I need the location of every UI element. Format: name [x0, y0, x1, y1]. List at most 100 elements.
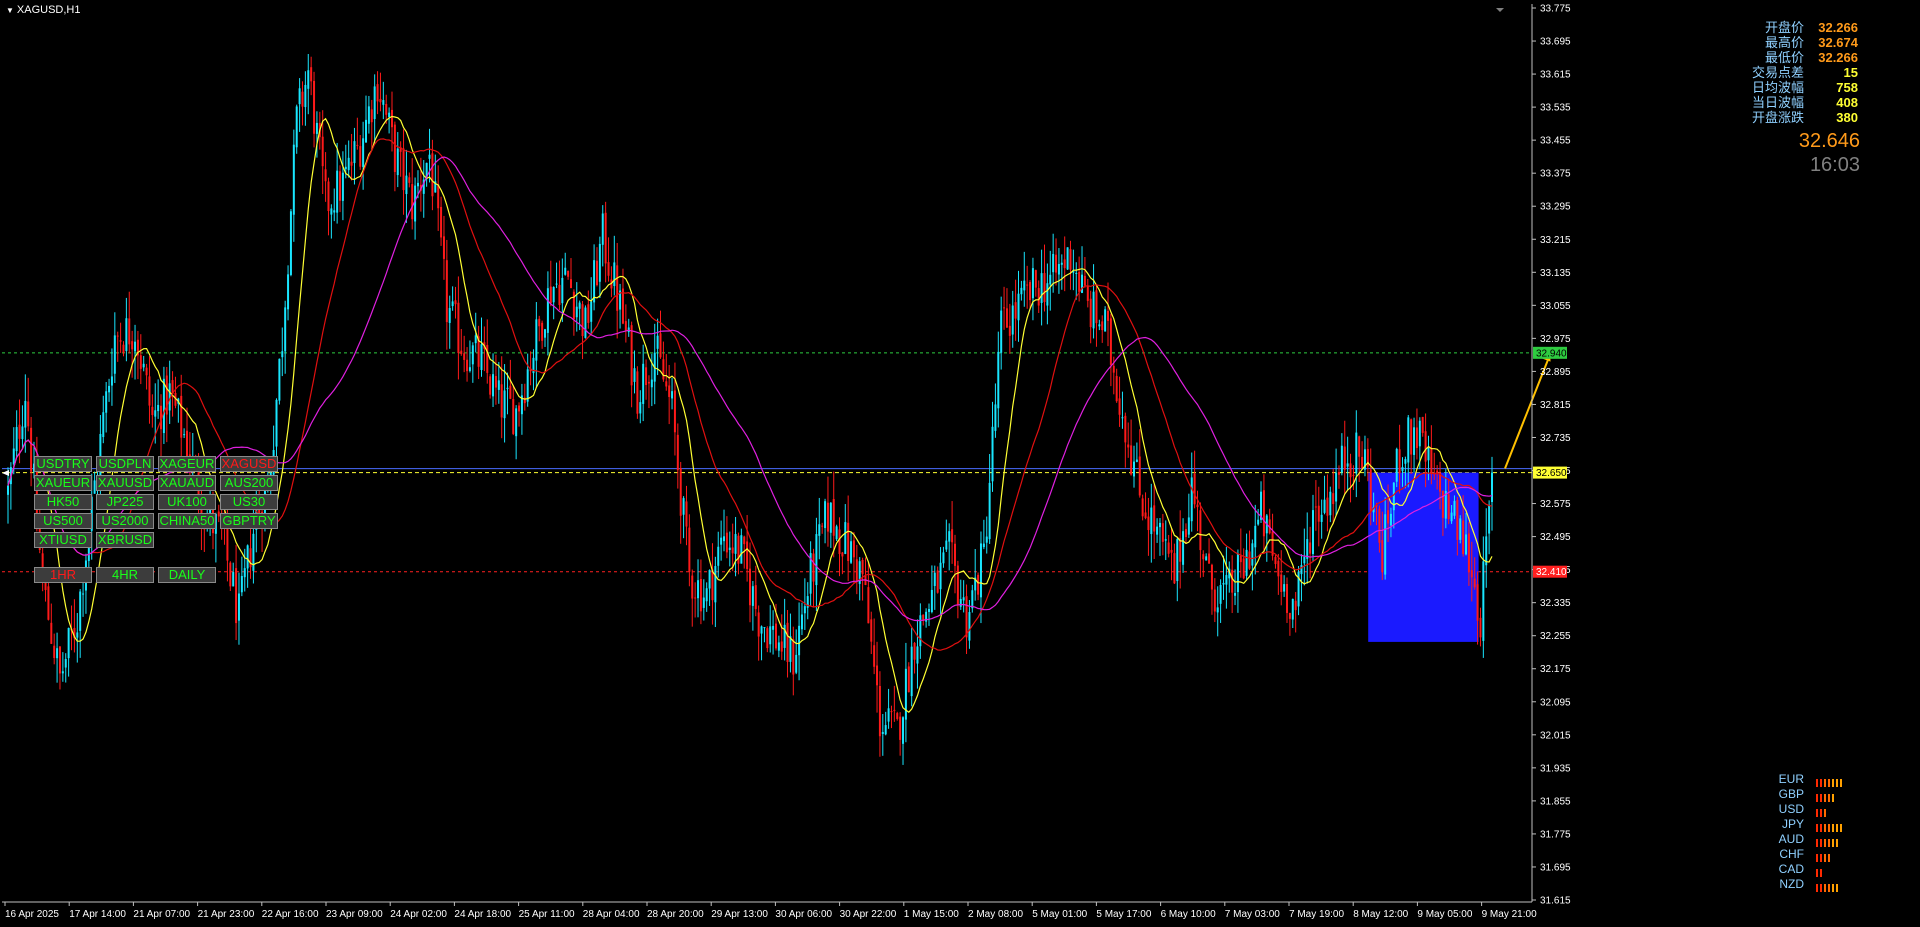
info-label: 开盘价 — [1764, 20, 1804, 35]
candle-body — [1083, 275, 1086, 286]
price-tick-label: 32.335 — [1540, 598, 1571, 609]
price-chart[interactable]: 33.775 33.695 33.615 33.535 33.455 33.375 33.2… — [0, 0, 1920, 927]
candle-body — [734, 534, 737, 554]
candle-body — [58, 646, 61, 674]
time-tick-label: 17 Apr 14:00 — [69, 909, 126, 920]
symbol-button-xtiusd[interactable]: XTIUSD — [34, 532, 92, 548]
symbol-button-xageur[interactable]: XAGEUR — [158, 456, 216, 472]
candle-body — [1124, 415, 1127, 443]
strength-bar — [1836, 839, 1838, 847]
symbol-button-xauaud[interactable]: XAUAUD — [158, 475, 216, 491]
price-tick-label: 31.855 — [1540, 796, 1571, 807]
candle-body — [148, 376, 151, 406]
candle-body — [1193, 473, 1196, 505]
candle-body — [139, 355, 142, 369]
symbol-button-aus200[interactable]: AUS200 — [220, 475, 278, 491]
candle-body — [1075, 272, 1078, 274]
symbol-button-hk50[interactable]: HK50 — [34, 494, 92, 510]
candle-body — [1401, 466, 1404, 472]
symbol-button-us500[interactable]: US500 — [34, 513, 92, 529]
candle-body — [1234, 593, 1237, 596]
candle-body — [1202, 554, 1205, 560]
candle-body — [105, 391, 108, 413]
candle-body — [339, 171, 342, 201]
candle-body — [500, 384, 503, 418]
candle-body — [555, 283, 558, 285]
time-tick-label: 24 Apr 02:00 — [390, 909, 447, 920]
timeframe-button-daily[interactable]: DAILY — [158, 567, 216, 583]
strength-bar — [1828, 839, 1830, 847]
candle-body — [301, 91, 304, 107]
candle-body — [1098, 324, 1101, 327]
candle-body — [549, 286, 552, 304]
candle-body — [454, 300, 457, 305]
candle-body — [798, 625, 801, 656]
dropdown-triangle-icon[interactable]: ▼ — [6, 6, 14, 15]
candle-body — [873, 645, 876, 667]
symbol-button-jp225[interactable]: JP225 — [96, 494, 154, 510]
info-label: 当日波幅 — [1751, 95, 1804, 110]
candle-body — [1337, 472, 1340, 475]
candle-body — [642, 363, 645, 404]
candle-body — [1236, 553, 1239, 593]
strength-bar — [1840, 779, 1842, 787]
candle-body — [624, 321, 627, 331]
candle-body — [307, 70, 310, 89]
strength-bar — [1820, 854, 1822, 862]
candle-body — [567, 270, 570, 277]
candle-body — [1101, 321, 1104, 331]
chart-window[interactable]: 33.775 33.695 33.615 33.535 33.455 33.375 33.2… — [0, 0, 1920, 927]
symbol-button-xaueur[interactable]: XAUEUR — [34, 475, 92, 491]
candle-body — [1130, 445, 1133, 475]
candle-body — [284, 307, 287, 352]
candle-body — [1245, 549, 1248, 576]
currency-row-jpy: JPY — [1760, 817, 1870, 832]
candle-body — [1421, 416, 1424, 433]
candle-body — [440, 206, 443, 238]
candle-body — [780, 641, 783, 652]
symbol-button-xagusd[interactable]: XAGUSD — [220, 456, 278, 472]
symbol-button-xbrusd[interactable]: XBRUSD — [96, 532, 154, 548]
symbol-button-china50[interactable]: CHINA50 — [158, 513, 216, 529]
timeframe-button-1hr[interactable]: 1HR — [34, 567, 92, 583]
symbol-button-usdtry[interactable]: USDTRY — [34, 456, 92, 472]
candle-body — [1219, 584, 1222, 604]
time-tick-label: 7 May 03:00 — [1225, 909, 1280, 920]
candle-body — [151, 406, 154, 416]
candle-body — [803, 606, 806, 614]
candle-body — [162, 378, 165, 434]
time-tick-label: 5 May 01:00 — [1032, 909, 1087, 920]
candle-body — [558, 284, 561, 305]
time-tick-label: 9 May 05:00 — [1417, 909, 1472, 920]
candle-body — [497, 380, 500, 390]
candle-body — [1286, 584, 1289, 613]
candle-body — [584, 307, 587, 338]
candle-body — [402, 148, 405, 191]
candle-body — [1112, 365, 1115, 373]
symbol-button-uk100[interactable]: UK100 — [158, 494, 216, 510]
candle-body — [769, 626, 772, 645]
symbol-button-usdpln[interactable]: USDPLN — [96, 456, 154, 472]
currency-row-usd: USD — [1760, 802, 1870, 817]
candle-body — [341, 172, 344, 201]
time-tick-label: 30 Apr 22:00 — [840, 909, 897, 920]
candle-body — [1291, 599, 1294, 620]
price-tick-label: 33.455 — [1540, 136, 1571, 147]
price-tick-label: 32.095 — [1540, 697, 1571, 708]
price-tick-label: 33.615 — [1540, 70, 1571, 81]
candle-body — [1488, 504, 1491, 534]
symbol-button-xauusd[interactable]: XAUUSD — [96, 475, 154, 491]
candle-body — [110, 376, 113, 386]
timeframe-button-4hr[interactable]: 4HR — [96, 567, 154, 583]
info-row: 最高价 32.674 — [1710, 35, 1868, 50]
candle-body — [1462, 520, 1465, 555]
candle-body — [546, 288, 549, 333]
symbol-button-us30[interactable]: US30 — [220, 494, 278, 510]
candle-body — [1034, 270, 1037, 288]
candle-body — [1210, 564, 1213, 590]
time-tick-label: 23 Apr 09:00 — [326, 909, 383, 920]
symbol-button-gbptry[interactable]: GBPTRY — [220, 513, 278, 529]
candle-body — [1450, 512, 1453, 522]
symbol-button-us2000[interactable]: US2000 — [96, 513, 154, 529]
candle-body — [1060, 262, 1063, 265]
